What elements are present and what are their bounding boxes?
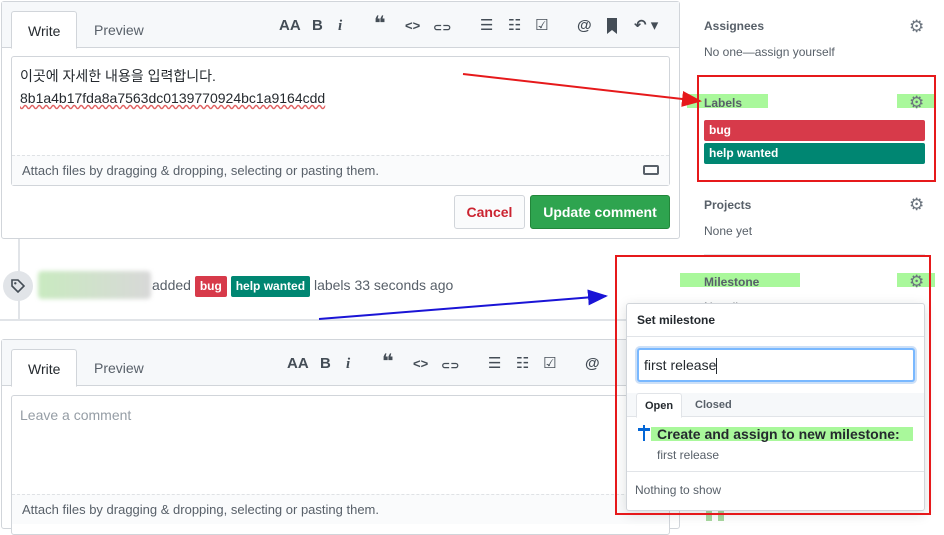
annotation-arrows	[318, 73, 702, 320]
red-arrow	[462, 73, 702, 107]
blue-arrow	[318, 289, 608, 320]
